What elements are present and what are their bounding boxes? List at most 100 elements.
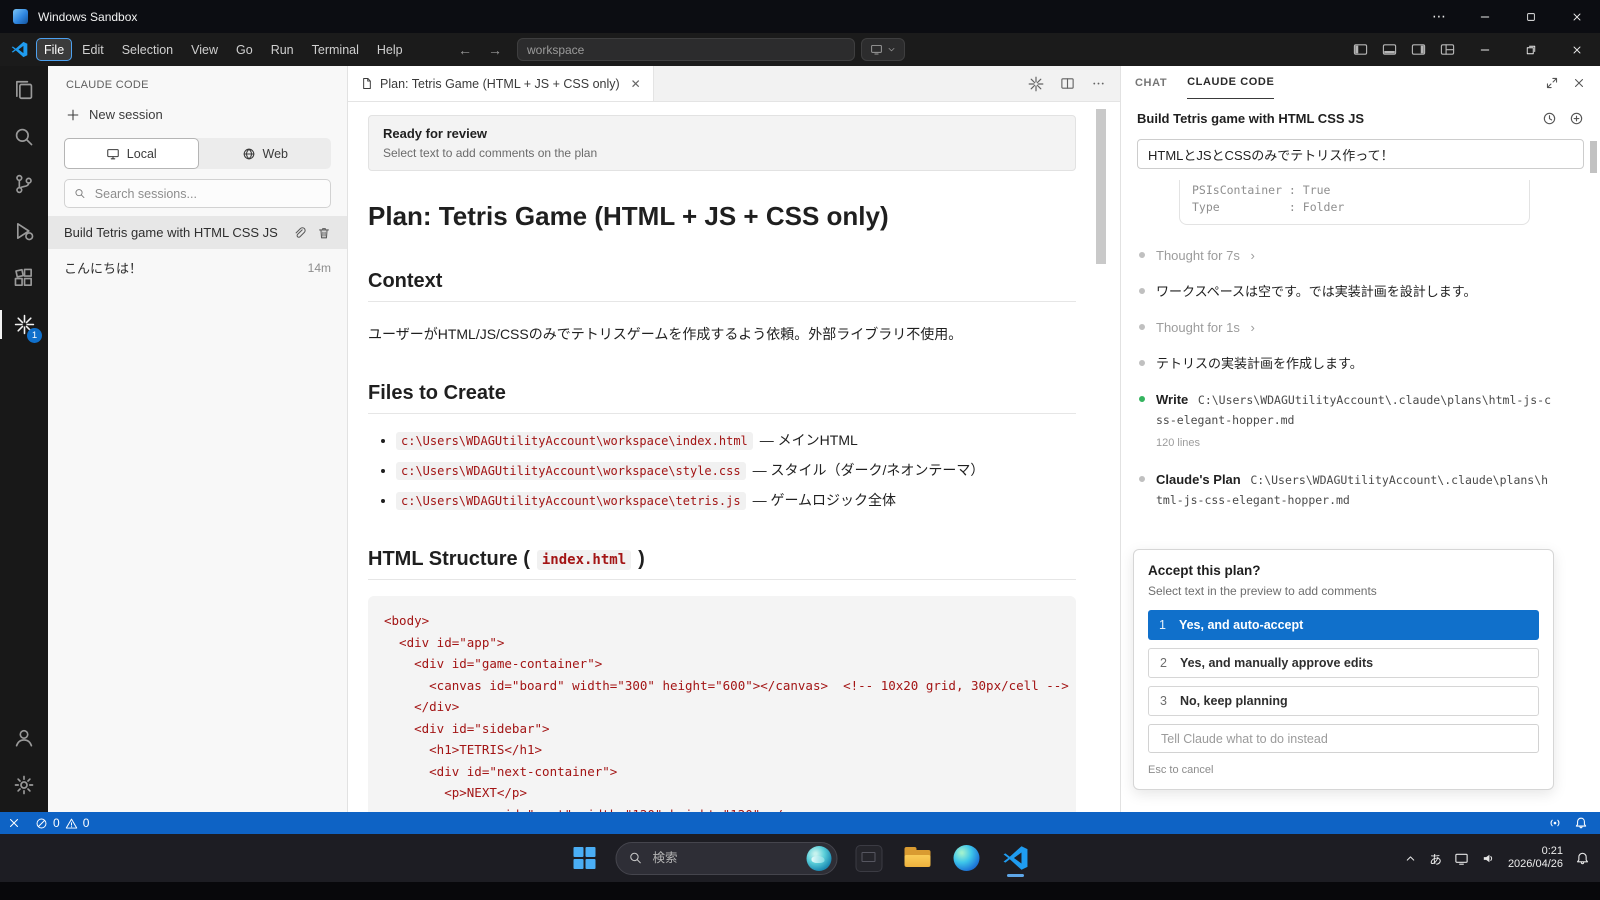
toggle-panel-button[interactable] bbox=[1375, 33, 1404, 66]
taskbar-vscode[interactable] bbox=[998, 837, 1034, 879]
taskbar-search-input[interactable] bbox=[650, 850, 799, 866]
new-session-button[interactable]: New session bbox=[48, 99, 347, 130]
more-actions-icon[interactable] bbox=[1091, 76, 1106, 91]
sandbox-minimize-button[interactable] bbox=[1462, 0, 1508, 33]
chevron-right-icon[interactable]: › bbox=[1250, 320, 1254, 335]
bell-icon[interactable] bbox=[1574, 816, 1588, 830]
vscode-close-button[interactable] bbox=[1554, 33, 1600, 66]
assistant-timeline: Thought for 7s › ワークスペースは空です。では実装計画を設計しま… bbox=[1121, 225, 1600, 510]
sandbox-close-button[interactable] bbox=[1554, 0, 1600, 33]
terminal-output-box[interactable]: PSIsContainer : True Type : Folder bbox=[1179, 180, 1530, 225]
back-arrow-icon[interactable]: ← bbox=[458, 42, 472, 58]
file-path-code: c:\Users\WDAGUtilityAccount\workspace\te… bbox=[396, 492, 746, 510]
option-keep-planning[interactable]: 3 No, keep planning bbox=[1148, 686, 1539, 716]
sandbox-maximize-button[interactable] bbox=[1508, 0, 1554, 33]
command-center-secondary[interactable] bbox=[861, 38, 905, 61]
sidebar-item-source-control[interactable] bbox=[0, 160, 48, 207]
session-search[interactable] bbox=[64, 179, 331, 208]
expand-icon[interactable] bbox=[1545, 76, 1559, 90]
new-session-label: New session bbox=[89, 107, 163, 122]
notification-bell-icon[interactable] bbox=[1575, 851, 1590, 866]
activity-bar-bottom bbox=[0, 714, 48, 808]
tab-chat[interactable]: CHAT bbox=[1135, 66, 1167, 99]
problems-indicator[interactable]: 0 0 bbox=[28, 812, 96, 834]
editor-scrollbar-thumb[interactable] bbox=[1096, 109, 1106, 264]
claude-icon[interactable] bbox=[1028, 76, 1044, 92]
menu-edit[interactable]: Edit bbox=[74, 38, 112, 61]
display-icon[interactable] bbox=[1454, 851, 1469, 866]
toggle-secondary-sidebar-button[interactable] bbox=[1404, 33, 1433, 66]
new-session-icon[interactable] bbox=[1569, 111, 1584, 126]
sidebar-item-run-debug[interactable] bbox=[0, 207, 48, 254]
close-icon[interactable] bbox=[1572, 76, 1586, 90]
menu-run[interactable]: Run bbox=[263, 38, 302, 61]
running-app-indicator bbox=[1007, 874, 1024, 877]
option-number: 1 bbox=[1159, 618, 1166, 632]
taskbar-edge[interactable] bbox=[949, 837, 985, 879]
code-line: <div id="next-container"> bbox=[384, 763, 618, 779]
taskbar-dark-app[interactable] bbox=[851, 837, 887, 879]
menu-selection[interactable]: Selection bbox=[114, 38, 181, 61]
history-icon[interactable] bbox=[1542, 111, 1557, 126]
customize-layout-button[interactable] bbox=[1433, 33, 1462, 66]
sidebar-item-settings[interactable] bbox=[0, 761, 48, 808]
taskbar-clock[interactable]: 0:21 2026/04/26 bbox=[1508, 845, 1563, 872]
assistant-message-text: ワークスペースは空です。では実装計画を設計します。 bbox=[1156, 284, 1477, 299]
tab-close-icon[interactable]: ✕ bbox=[631, 77, 641, 91]
sidebar-item-accounts[interactable] bbox=[0, 714, 48, 761]
structure-heading-code: index.html bbox=[536, 549, 632, 570]
sandbox-more-button[interactable]: ⋯ bbox=[1416, 0, 1462, 33]
search-highlight-image[interactable] bbox=[806, 845, 832, 871]
editor-tab-plan[interactable]: Plan: Tetris Game (HTML + JS + CSS only)… bbox=[348, 66, 654, 101]
menu-go[interactable]: Go bbox=[228, 38, 261, 61]
thought-entry[interactable]: Thought for 1s › bbox=[1137, 318, 1552, 337]
forward-arrow-icon[interactable]: → bbox=[488, 42, 502, 58]
taskbar-file-explorer[interactable] bbox=[900, 837, 936, 879]
editor-scrollbar[interactable] bbox=[1096, 106, 1106, 806]
session-search-input[interactable] bbox=[92, 185, 321, 202]
vscode-minimize-button[interactable] bbox=[1462, 33, 1508, 66]
session-title: こんにちは！ bbox=[64, 261, 143, 276]
sidebar-item-claude-code[interactable]: 1 bbox=[0, 301, 48, 348]
command-center[interactable]: workspace bbox=[517, 38, 855, 61]
start-button[interactable] bbox=[567, 837, 603, 879]
menu-terminal[interactable]: Terminal bbox=[304, 38, 367, 61]
sidebar-item-extensions[interactable] bbox=[0, 254, 48, 301]
feedback-input[interactable] bbox=[1159, 730, 1528, 747]
taskbar-search[interactable] bbox=[615, 841, 838, 875]
split-editor-icon[interactable] bbox=[1060, 76, 1075, 91]
console-line: PSIsContainer : True bbox=[1192, 183, 1331, 197]
sidebar-item-explorer[interactable] bbox=[0, 66, 48, 113]
claude-plan-entry[interactable]: Claude's Plan C:\Users\WDAGUtilityAccoun… bbox=[1137, 470, 1552, 510]
thought-entry[interactable]: Thought for 7s › bbox=[1137, 246, 1552, 265]
timeline-dot bbox=[1139, 476, 1145, 482]
session-item[interactable]: Build Tetris game with HTML CSS JS bbox=[48, 216, 347, 249]
toggle-sidebar-button[interactable] bbox=[1346, 33, 1375, 66]
chevron-right-icon[interactable]: › bbox=[1250, 248, 1254, 263]
windows-taskbar: あ 0:21 2026/04/26 bbox=[0, 834, 1600, 882]
menu-file[interactable]: File bbox=[36, 38, 73, 61]
option-auto-accept[interactable]: 1 Yes, and auto-accept bbox=[1148, 610, 1539, 640]
review-banner-subtitle: Select text to add comments on the plan bbox=[383, 146, 598, 160]
menu-help[interactable]: Help bbox=[369, 38, 411, 61]
tab-claude-code[interactable]: CLAUDE CODE bbox=[1187, 66, 1275, 99]
write-tool-entry[interactable]: Write C:\Users\WDAGUtilityAccount\.claud… bbox=[1137, 390, 1552, 453]
ime-indicator[interactable]: あ bbox=[1429, 849, 1442, 868]
local-tab[interactable]: Local bbox=[64, 138, 199, 169]
menu-view[interactable]: View bbox=[183, 38, 226, 61]
remote-indicator[interactable] bbox=[0, 812, 28, 834]
user-message-box[interactable]: HTMLとJSとCSSのみでテトリス作って！ bbox=[1137, 139, 1584, 169]
web-tab[interactable]: Web bbox=[199, 138, 332, 169]
chevron-up-icon[interactable] bbox=[1404, 852, 1417, 865]
session-item[interactable]: こんにちは！ 14m bbox=[48, 249, 347, 286]
option-manual-approve[interactable]: 2 Yes, and manually approve edits bbox=[1148, 648, 1539, 678]
broadcast-icon[interactable] bbox=[1548, 816, 1562, 830]
vscode-restore-button[interactable] bbox=[1508, 33, 1554, 66]
paperclip-icon[interactable] bbox=[292, 226, 306, 240]
trash-icon[interactable] bbox=[317, 226, 331, 240]
folder-icon bbox=[904, 847, 931, 869]
speaker-icon[interactable] bbox=[1481, 851, 1496, 866]
sidebar-item-search[interactable] bbox=[0, 113, 48, 160]
html-structure-codeblock: <body> <div id="app"> <div id="game-cont… bbox=[368, 596, 1076, 812]
panel-scrollbar-thumb[interactable] bbox=[1590, 141, 1597, 173]
